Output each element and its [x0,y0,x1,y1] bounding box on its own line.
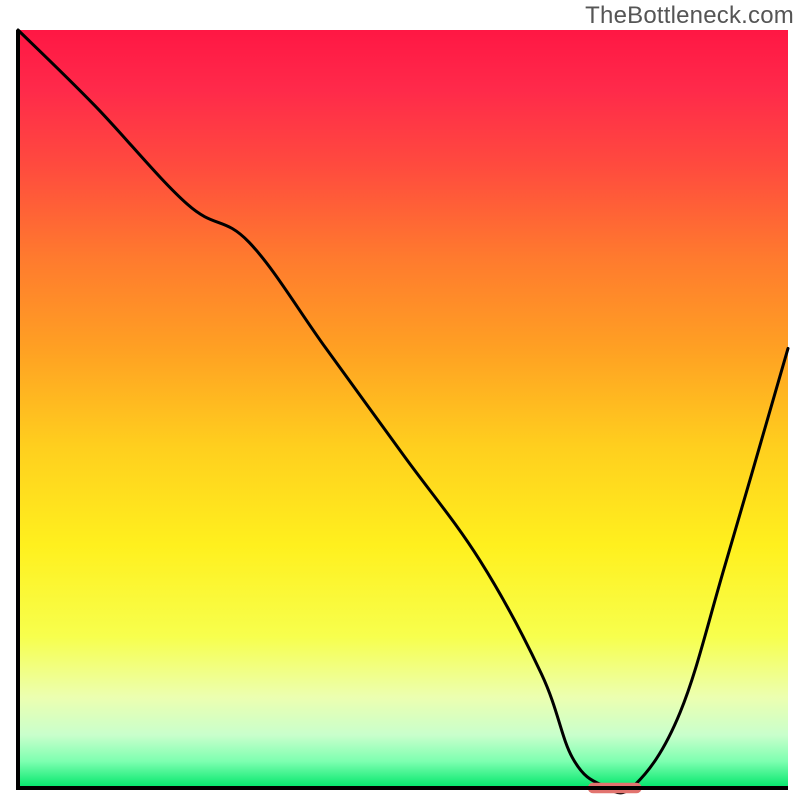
gradient-background [18,30,788,788]
watermark-text: TheBottleneck.com [585,2,794,30]
bottleneck-chart [0,0,800,800]
chart-frame: TheBottleneck.com [0,0,800,800]
